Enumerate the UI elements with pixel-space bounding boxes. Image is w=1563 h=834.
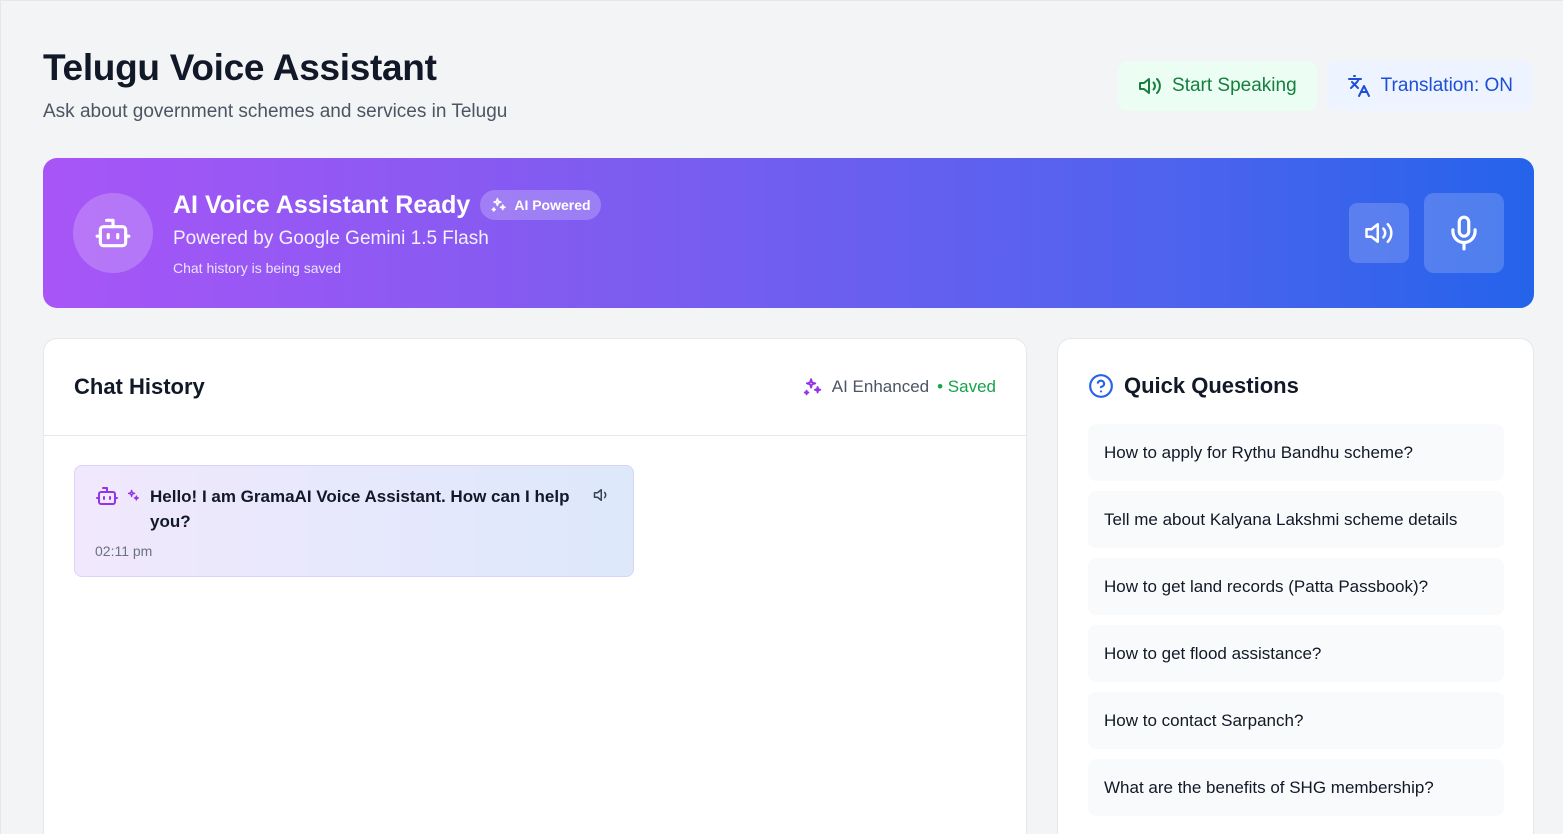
quick-question-item[interactable]: Tell me about Kalyana Lakshmi scheme det… (1088, 491, 1504, 548)
quick-questions-panel: Quick Questions How to apply for Rythu B… (1057, 338, 1534, 834)
help-circle-icon (1089, 374, 1113, 398)
chat-status: AI Enhanced • Saved (802, 376, 996, 398)
translation-label: Translation: ON (1380, 75, 1513, 96)
quick-questions-header: Quick Questions (1088, 373, 1299, 399)
message-icons (95, 484, 141, 508)
message-timestamp: 02:11 pm (95, 543, 153, 559)
ai-powered-badge: AI Powered (480, 190, 601, 220)
top-actions: Start Speaking Translation: ON (1118, 61, 1533, 111)
banner-subtitle: Powered by Google Gemini 1.5 Flash (173, 228, 489, 249)
bot-icon (95, 218, 131, 248)
quick-question-item[interactable]: How to apply for Rythu Bandhu scheme? (1088, 424, 1504, 481)
ai-enhanced-label: AI Enhanced (831, 377, 930, 396)
start-speaking-label: Start Speaking (1172, 75, 1297, 96)
saved-label: • Saved (937, 377, 996, 396)
ai-powered-label: AI Powered (514, 197, 591, 213)
quick-questions-title: Quick Questions (1124, 373, 1299, 398)
bot-avatar (73, 193, 153, 273)
translation-toggle-button[interactable]: Translation: ON (1326, 61, 1533, 111)
start-speaking-button[interactable]: Start Speaking (1118, 61, 1317, 111)
chat-header: Chat History AI Enhanced • Saved (44, 339, 1026, 436)
translate-icon (1347, 75, 1370, 97)
banner-text: AI Voice Assistant Ready AI Powered Powe… (173, 190, 601, 276)
chat-title: Chat History (74, 374, 205, 399)
quick-question-item[interactable]: How to get flood assistance? (1088, 625, 1504, 682)
page: Telugu Voice Assistant Ask about governm… (0, 0, 1563, 834)
speaker-icon (1139, 78, 1161, 94)
assistant-banner: AI Voice Assistant Ready AI Powered Powe… (43, 158, 1534, 308)
sparkles-icon (491, 197, 507, 212)
speaker-icon (1365, 223, 1393, 243)
quick-question-item[interactable]: How to get land records (Patta Passbook)… (1088, 558, 1504, 615)
message-speaker-icon[interactable] (593, 486, 611, 504)
page-subtitle: Ask about government schemes and service… (43, 101, 508, 122)
page-title: Telugu Voice Assistant (43, 47, 437, 88)
chat-history-panel: Chat History AI Enhanced • Saved Hello! … (43, 338, 1027, 834)
microphone-icon (1451, 215, 1477, 251)
bot-icon (96, 487, 118, 505)
banner-speaker-button[interactable] (1349, 203, 1409, 263)
message-text: Hello! I am GramaAI Voice Assistant. How… (150, 487, 570, 531)
header: Telugu Voice Assistant Ask about governm… (43, 45, 507, 123)
microphone-button[interactable] (1424, 193, 1504, 273)
banner-title-row: AI Voice Assistant Ready AI Powered (173, 190, 601, 220)
sparkles-icon (127, 489, 139, 501)
quick-question-item[interactable]: How to contact Sarpanch? (1088, 692, 1504, 749)
quick-question-item[interactable]: What are the benefits of SHG membership? (1088, 759, 1504, 816)
banner-title: AI Voice Assistant Ready (173, 190, 471, 219)
quick-questions-list: How to apply for Rythu Bandhu scheme? Te… (1088, 424, 1504, 826)
banner-note: Chat history is being saved (173, 260, 342, 276)
chat-message: Hello! I am GramaAI Voice Assistant. How… (74, 465, 634, 577)
sparkles-icon (803, 378, 821, 396)
